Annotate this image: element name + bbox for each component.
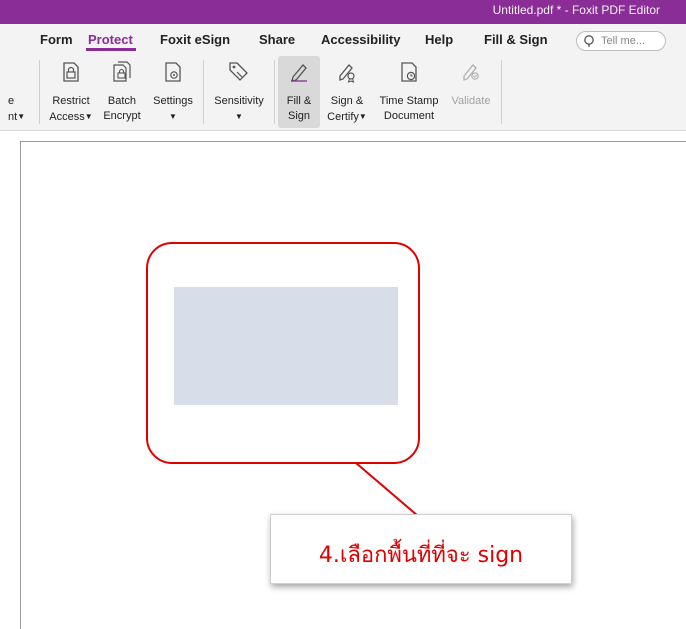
annotation-callout: 4.เลือกพื้นที่ที่จะ sign bbox=[270, 514, 572, 584]
callout-text: 4.เลือกพื้นที่ที่จะ sign bbox=[318, 543, 524, 568]
